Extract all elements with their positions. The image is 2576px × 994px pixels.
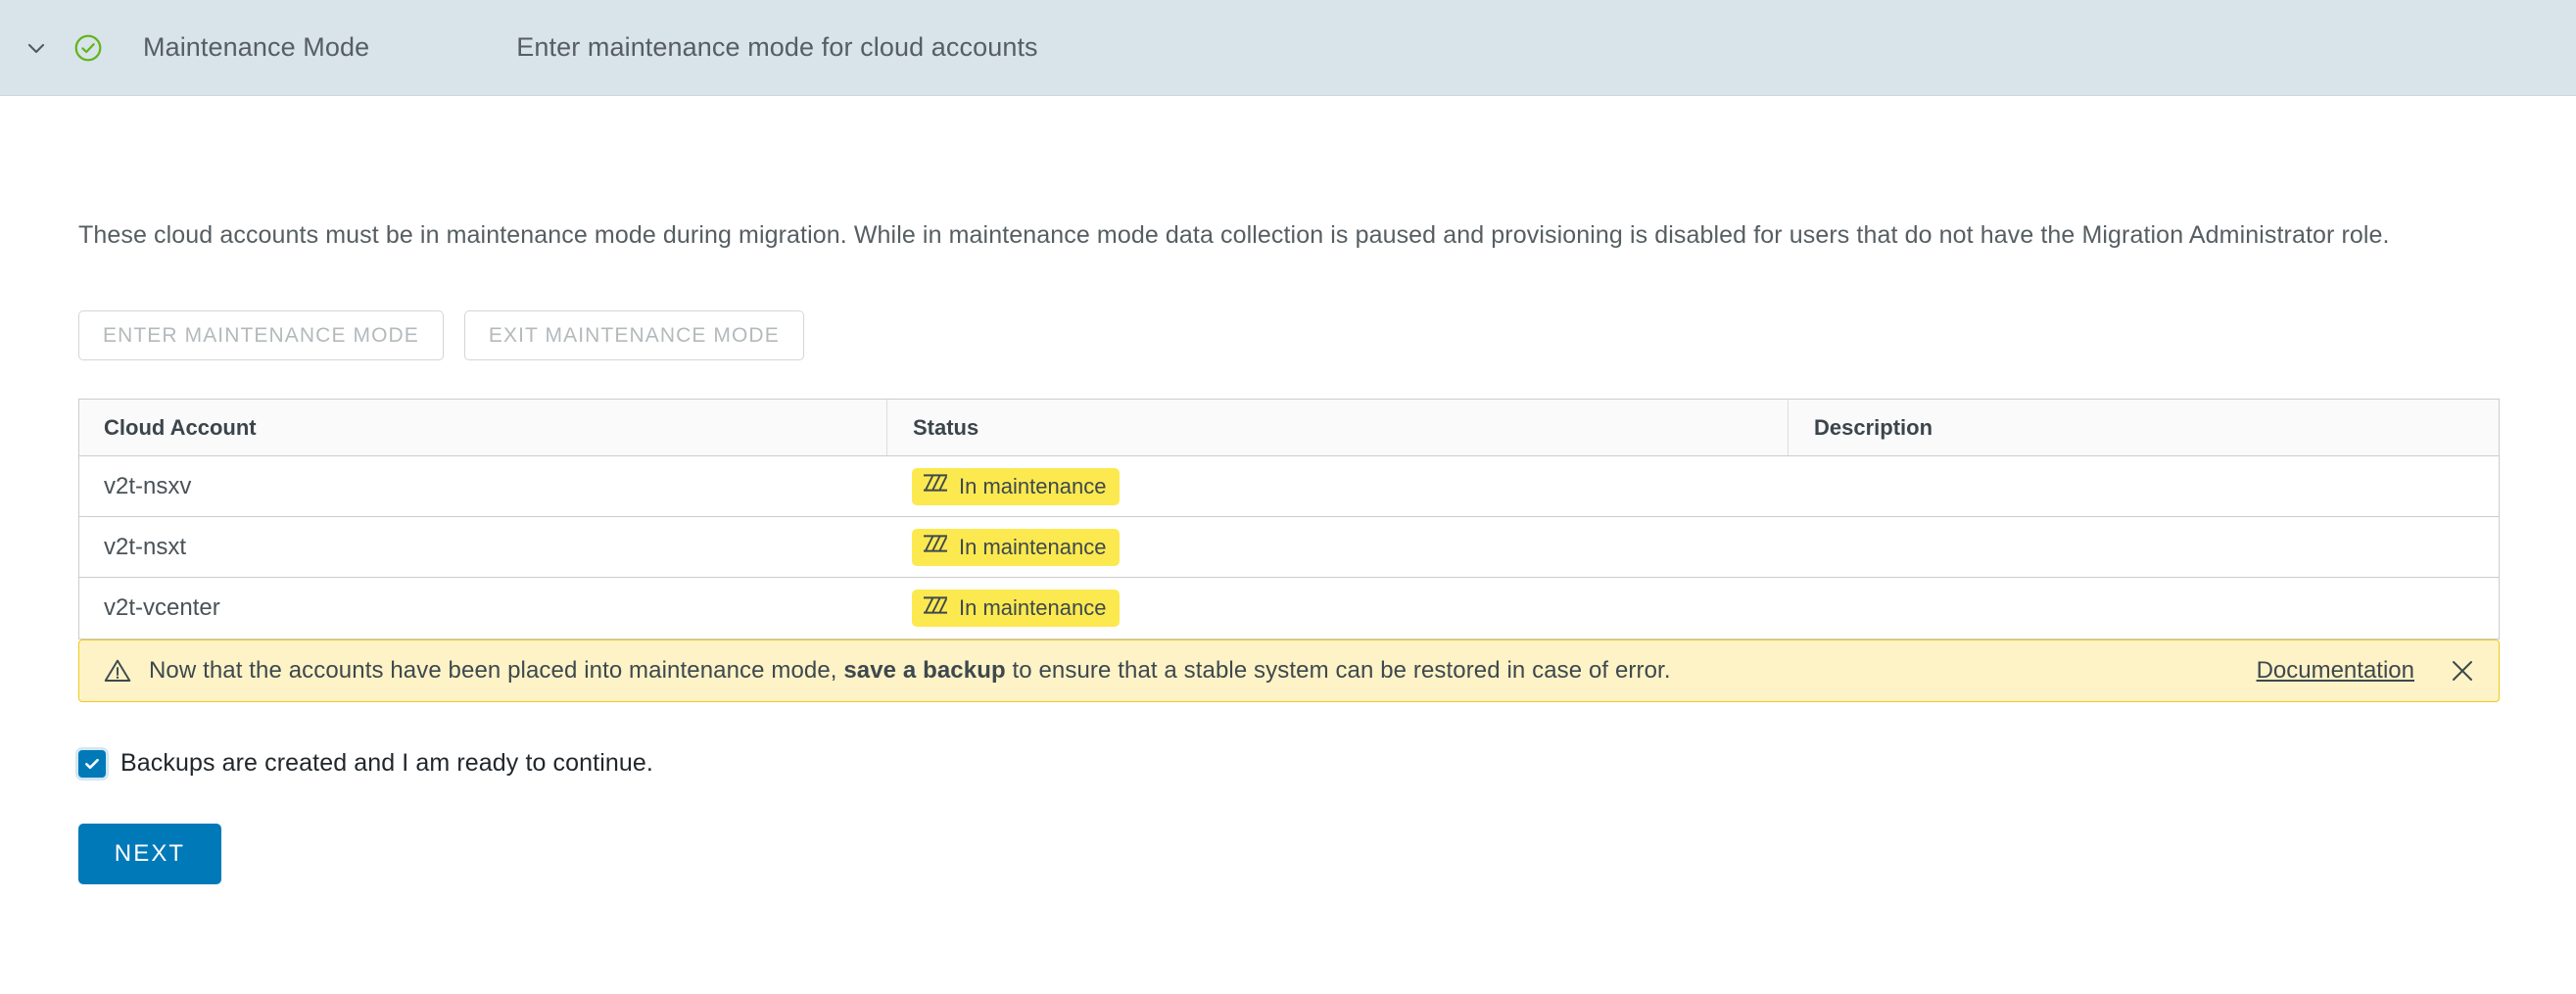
chevron-down-icon[interactable] (14, 25, 59, 71)
column-header-cloud-account: Cloud Account (104, 414, 257, 440)
status-badge: In maintenance (912, 590, 1121, 627)
status-badge: In maintenance (912, 467, 1121, 505)
cell-status: In maintenance (886, 578, 1788, 639)
alert-message-group: Now that the accounts have been placed i… (103, 656, 2257, 686)
wizard-step-header: Maintenance Mode Enter maintenance mode … (0, 0, 2576, 96)
status-badge: In maintenance (912, 528, 1121, 566)
cell-cloud-account: v2t-nsxv (104, 472, 192, 499)
status-badge-label: In maintenance (959, 473, 1107, 498)
cell-cloud-account: v2t-nsxt (104, 533, 187, 560)
confirm-backup-label[interactable]: Backups are created and I am ready to co… (120, 749, 653, 778)
cloud-accounts-table: Cloud Account Status Description v2t-nsx… (78, 399, 2500, 639)
status-badge-label: In maintenance (959, 534, 1107, 559)
step-content: These cloud accounts must be in maintena… (0, 96, 2576, 884)
warning-triangle-icon (103, 656, 132, 686)
status-badge-label: In maintenance (959, 595, 1107, 620)
confirm-backup-checkbox-row[interactable]: Backups are created and I am ready to co… (78, 749, 2500, 778)
cell-cloud-account: v2t-vcenter (104, 594, 220, 621)
table-row[interactable]: v2t-vcenter In maintenance (79, 578, 2499, 639)
alert-text-bold: save a backup (843, 657, 1006, 684)
page-title: Maintenance Mode (143, 32, 370, 62)
cell-description (1788, 456, 2499, 516)
table-header-row: Cloud Account Status Description (79, 400, 2499, 456)
step-subtitle: Enter maintenance mode for cloud account… (516, 32, 1038, 62)
alert-text-after: to ensure that a stable system can be re… (1005, 657, 1671, 684)
exit-maintenance-mode-button[interactable]: EXIT MAINTENANCE MODE (463, 310, 804, 360)
next-button[interactable]: NEXT (78, 824, 221, 884)
maintenance-hatch-icon (923, 594, 948, 623)
maintenance-hatch-icon (923, 533, 948, 561)
enter-maintenance-mode-button[interactable]: ENTER MAINTENANCE MODE (78, 310, 444, 360)
column-header-status: Status (886, 400, 1788, 455)
alert-message: Now that the accounts have been placed i… (149, 657, 1671, 685)
column-header-description: Description (1788, 400, 2499, 455)
table-row[interactable]: v2t-nsxv In maintenance (79, 456, 2499, 517)
maintenance-hatch-icon (923, 472, 948, 500)
maintenance-action-buttons: ENTER MAINTENANCE MODE EXIT MAINTENANCE … (78, 310, 2500, 360)
intro-paragraph: These cloud accounts must be in maintena… (78, 221, 2390, 249)
close-icon[interactable] (2448, 656, 2477, 686)
success-check-circle-icon (69, 28, 108, 68)
alert-text-before: Now that the accounts have been placed i… (149, 657, 844, 684)
cell-description (1788, 517, 2499, 577)
alert-actions: Documentation (2257, 656, 2477, 686)
backup-warning-alert: Now that the accounts have been placed i… (78, 639, 2500, 702)
cell-status: In maintenance (886, 456, 1788, 516)
documentation-link[interactable]: Documentation (2257, 657, 2414, 685)
cell-status: In maintenance (886, 517, 1788, 577)
confirm-backup-checkbox[interactable] (78, 749, 106, 778)
table-row[interactable]: v2t-nsxt In maintenance (79, 517, 2499, 578)
cell-description (1788, 578, 2499, 639)
